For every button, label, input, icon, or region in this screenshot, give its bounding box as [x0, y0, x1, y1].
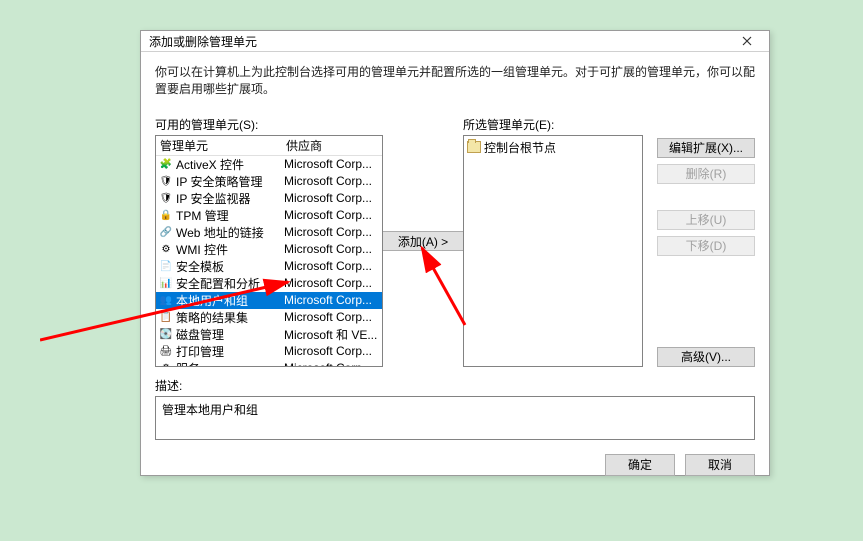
snapin-icon: 📋 — [158, 310, 174, 324]
list-item[interactable]: 📄安全模板Microsoft Corp... — [156, 258, 382, 275]
snapin-name: 本地用户和组 — [176, 292, 284, 309]
selected-listbox[interactable]: 控制台根节点 — [463, 135, 643, 367]
list-item[interactable]: ⚙WMI 控件Microsoft Corp... — [156, 241, 382, 258]
folder-icon — [467, 141, 481, 153]
col-vendor-header[interactable]: 供应商 — [284, 137, 382, 154]
middle-section: 可用的管理单元(S): 管理单元 供应商 🧩ActiveX 控件Microsof… — [155, 116, 755, 367]
move-up-button[interactable]: 上移(U) — [657, 210, 755, 230]
snapin-name: 打印管理 — [176, 343, 284, 360]
center-column: 添加(A) > — [391, 116, 455, 367]
snapin-icon: 🧩 — [158, 157, 174, 171]
advanced-button[interactable]: 高级(V)... — [657, 347, 755, 367]
available-list-header: 管理单元 供应商 — [156, 136, 382, 156]
list-item[interactable]: 🔒TPM 管理Microsoft Corp... — [156, 207, 382, 224]
snapin-icon: 💽 — [158, 327, 174, 341]
spacer — [657, 190, 755, 204]
spacer — [657, 262, 755, 341]
list-item[interactable]: 📋策略的结果集Microsoft Corp... — [156, 309, 382, 326]
available-rows[interactable]: 🧩ActiveX 控件Microsoft Corp...🛡IP 安全策略管理Mi… — [156, 156, 382, 366]
list-item[interactable]: 🛡IP 安全策略管理Microsoft Corp... — [156, 173, 382, 190]
description-label: 描述: — [155, 377, 755, 394]
snapin-name: 安全配置和分析 — [176, 275, 284, 292]
list-item[interactable]: 🔗Web 地址的链接Microsoft Corp... — [156, 224, 382, 241]
list-item[interactable]: 🧩ActiveX 控件Microsoft Corp... — [156, 156, 382, 173]
side-buttons-column: 编辑扩展(X)... 删除(R) 上移(U) 下移(D) 高级(V)... — [651, 116, 755, 367]
snapin-icon: 📊 — [158, 276, 174, 290]
edit-extensions-button[interactable]: 编辑扩展(X)... — [657, 138, 755, 158]
list-item[interactable]: 📊安全配置和分析Microsoft Corp... — [156, 275, 382, 292]
list-item[interactable]: ⚙服务Microsoft Corp... — [156, 360, 382, 366]
snapin-name: IP 安全监视器 — [176, 190, 284, 207]
cancel-button[interactable]: 取消 — [685, 454, 755, 476]
close-icon — [742, 36, 752, 46]
snapin-icon: 🔒 — [158, 208, 174, 222]
snapin-vendor: Microsoft Corp... — [284, 293, 382, 307]
spacer-label — [657, 116, 755, 130]
dialog-description: 你可以在计算机上为此控制台选择可用的管理单元并配置所选的一组管理单元。对于可扩展… — [155, 64, 755, 98]
titlebar: 添加或删除管理单元 — [141, 31, 769, 52]
dialog-body: 你可以在计算机上为此控制台选择可用的管理单元并配置所选的一组管理单元。对于可扩展… — [141, 52, 769, 486]
snapin-vendor: Microsoft Corp... — [284, 174, 382, 188]
list-item[interactable]: 🖨打印管理Microsoft Corp... — [156, 343, 382, 360]
snapin-vendor: Microsoft Corp... — [284, 259, 382, 273]
close-button[interactable] — [733, 31, 761, 51]
dialog-title: 添加或删除管理单元 — [149, 33, 733, 50]
snapin-icon: ⚙ — [158, 242, 174, 256]
snapin-vendor: Microsoft Corp... — [284, 310, 382, 324]
snapin-vendor: Microsoft Corp... — [284, 208, 382, 222]
snapin-vendor: Microsoft Corp... — [284, 225, 382, 239]
snapin-name: Web 地址的链接 — [176, 224, 284, 241]
snapin-vendor: Microsoft Corp... — [284, 242, 382, 256]
available-listbox[interactable]: 管理单元 供应商 🧩ActiveX 控件Microsoft Corp...🛡IP… — [155, 135, 383, 367]
snapin-name: 安全模板 — [176, 258, 284, 275]
dialog-footer: 确定 取消 — [155, 454, 755, 476]
tree-root-label: 控制台根节点 — [484, 139, 556, 156]
ok-button[interactable]: 确定 — [605, 454, 675, 476]
snapin-icon: 📄 — [158, 259, 174, 273]
col-name-header[interactable]: 管理单元 — [156, 137, 284, 154]
snapin-name: TPM 管理 — [176, 207, 284, 224]
selected-label: 所选管理单元(E): — [463, 116, 643, 133]
snapin-name: 磁盘管理 — [176, 326, 284, 343]
description-text: 管理本地用户和组 — [162, 403, 258, 417]
snapin-dialog: 添加或删除管理单元 你可以在计算机上为此控制台选择可用的管理单元并配置所选的一组… — [140, 30, 770, 476]
snapin-icon: ⚙ — [158, 361, 174, 366]
snapin-vendor: Microsoft Corp... — [284, 361, 382, 366]
snapin-icon: 👥 — [158, 293, 174, 307]
tree-root-item[interactable]: 控制台根节点 — [467, 139, 639, 156]
list-item[interactable]: 👥本地用户和组Microsoft Corp... — [156, 292, 382, 309]
list-item[interactable]: 💽磁盘管理Microsoft 和 VE... — [156, 326, 382, 343]
move-down-button[interactable]: 下移(D) — [657, 236, 755, 256]
list-item[interactable]: 🛡IP 安全监视器Microsoft Corp... — [156, 190, 382, 207]
snapin-icon: 🖨 — [158, 344, 174, 358]
snapin-vendor: Microsoft 和 VE... — [284, 326, 382, 343]
snapin-icon: 🛡 — [158, 174, 174, 188]
snapin-icon: 🛡 — [158, 191, 174, 205]
description-box: 管理本地用户和组 — [155, 396, 755, 440]
snapin-icon: 🔗 — [158, 225, 174, 239]
snapin-vendor: Microsoft Corp... — [284, 157, 382, 171]
selected-column: 所选管理单元(E): 控制台根节点 — [463, 116, 643, 367]
snapin-name: IP 安全策略管理 — [176, 173, 284, 190]
available-column: 可用的管理单元(S): 管理单元 供应商 🧩ActiveX 控件Microsof… — [155, 116, 383, 367]
snapin-name: ActiveX 控件 — [176, 156, 284, 173]
add-button[interactable]: 添加(A) > — [381, 231, 465, 251]
snapin-vendor: Microsoft Corp... — [284, 344, 382, 358]
snapin-name: WMI 控件 — [176, 241, 284, 258]
snapin-name: 策略的结果集 — [176, 309, 284, 326]
remove-button[interactable]: 删除(R) — [657, 164, 755, 184]
snapin-vendor: Microsoft Corp... — [284, 191, 382, 205]
available-label: 可用的管理单元(S): — [155, 116, 383, 133]
snapin-name: 服务 — [176, 360, 284, 366]
snapin-vendor: Microsoft Corp... — [284, 276, 382, 290]
